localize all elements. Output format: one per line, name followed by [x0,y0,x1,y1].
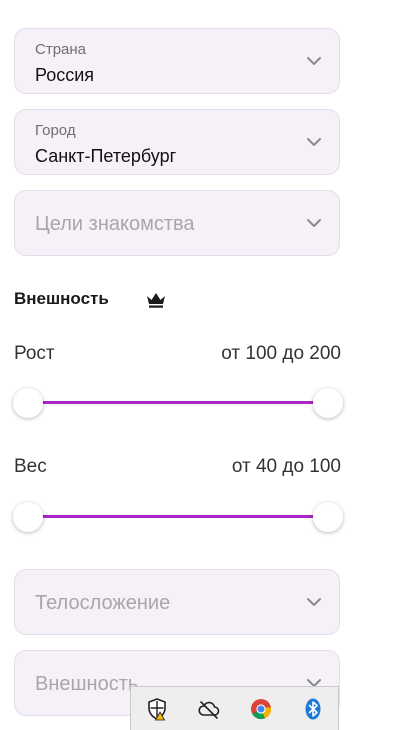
goals-placeholder: Цели знакомства [35,213,195,235]
goals-select[interactable]: Цели знакомства [14,190,340,256]
country-value: Россия [35,65,95,85]
height-range-value: от 100 до 200 [221,343,341,364]
crown-icon [147,293,165,308]
city-label: Город [35,122,76,139]
chevron-down-icon [307,219,321,227]
body-type-select[interactable]: Телосложение [14,569,340,635]
weight-max-thumb[interactable] [313,502,343,532]
country-select[interactable]: Страна Россия [14,28,340,94]
appearance-placeholder: Внешность [35,673,139,695]
city-value: Санкт-Петербург [35,146,177,166]
country-label: Страна [35,41,87,58]
weight-label: Вес [14,456,47,477]
height-label: Рост [14,343,55,364]
height-max-thumb[interactable] [313,388,343,418]
weight-min-thumb[interactable] [13,502,43,532]
shield-warning-icon[interactable] [145,697,169,721]
height-min-thumb[interactable] [13,388,43,418]
bluetooth-icon[interactable] [301,697,325,721]
height-slider-track[interactable] [28,401,328,404]
appearance-section-title: Внешность [14,289,109,308]
chrome-icon[interactable] [249,697,273,721]
weight-slider-track[interactable] [28,515,328,518]
city-select[interactable]: Город Санкт-Петербург [14,109,340,175]
chevron-down-icon [307,57,321,65]
cloud-offline-icon[interactable] [197,697,221,721]
chevron-down-icon [307,138,321,146]
system-tray-popup [130,686,339,730]
weight-range-value: от 40 до 100 [231,456,341,477]
body-type-placeholder: Телосложение [35,592,171,614]
chevron-down-icon [307,598,321,606]
